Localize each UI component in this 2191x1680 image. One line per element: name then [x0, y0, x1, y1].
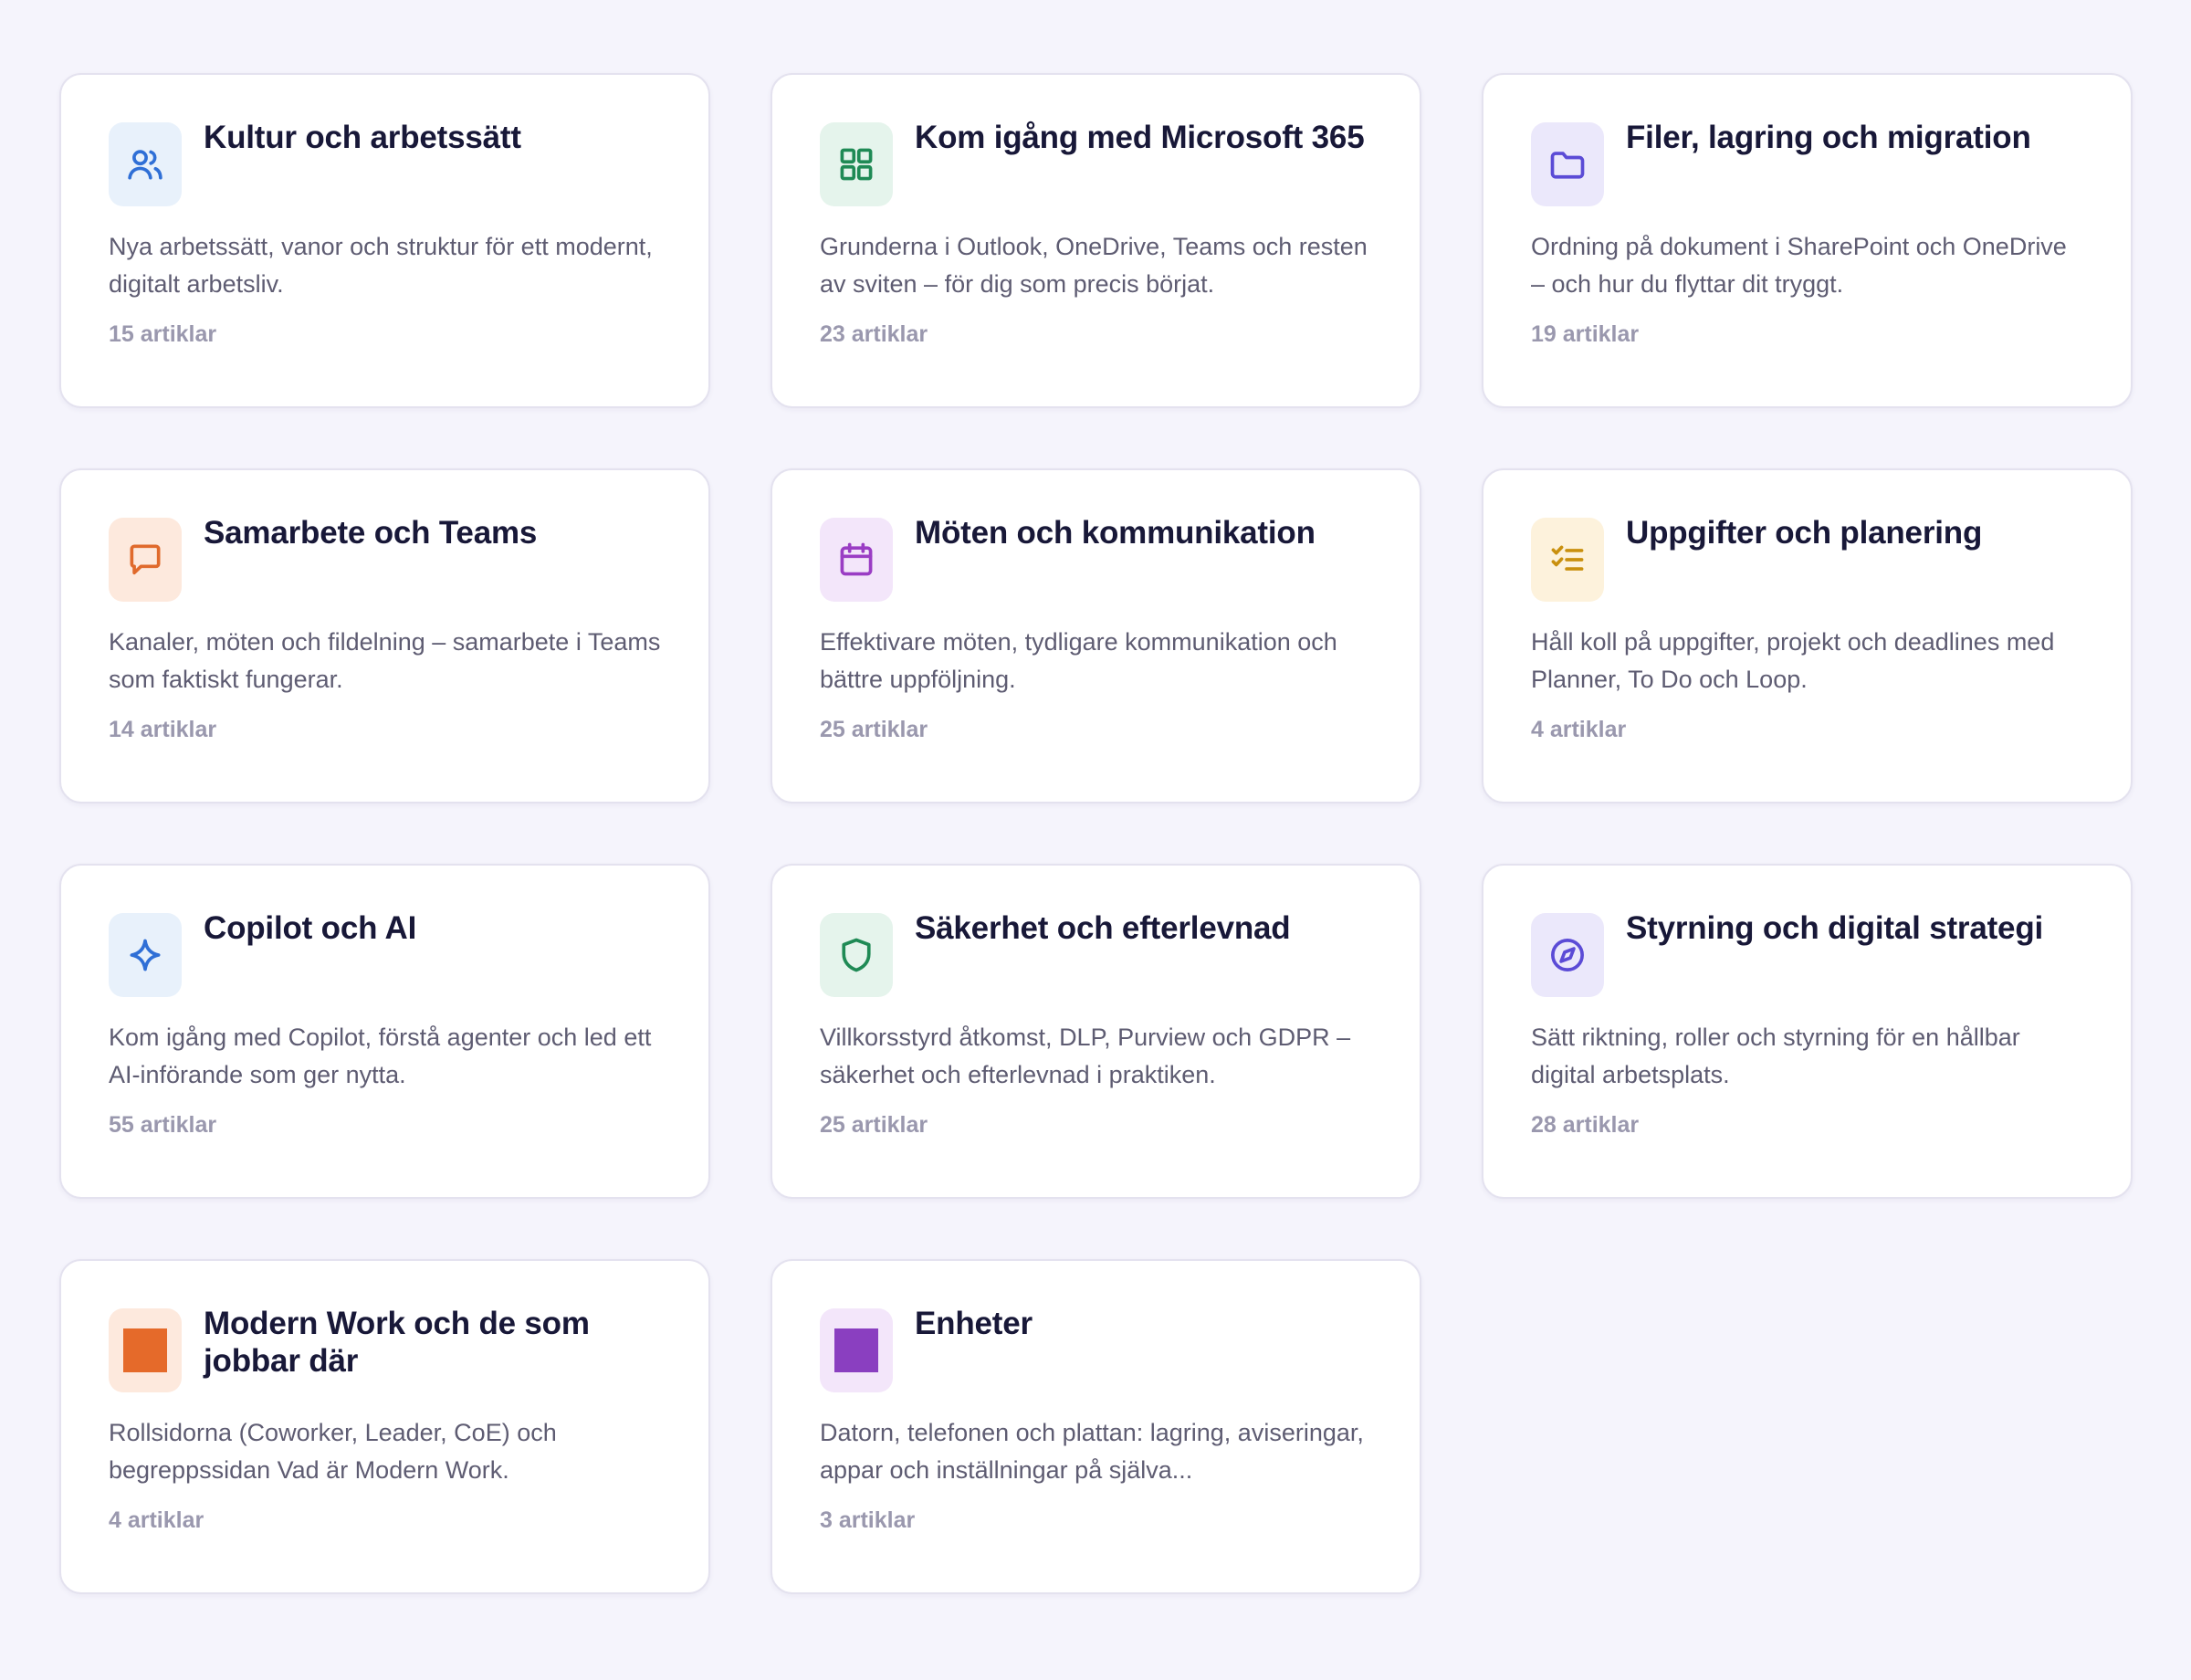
grid-icon — [840, 148, 873, 181]
category-card[interactable]: Kultur och arbetssätt Nya arbetssätt, va… — [59, 73, 710, 408]
category-card[interactable]: Säkerhet och efterlevnad Villkorsstyrd å… — [771, 864, 1421, 1199]
icon-tile — [820, 913, 893, 997]
category-grid: Kultur och arbetssätt Nya arbetssätt, va… — [59, 73, 2133, 1594]
category-card[interactable]: Uppgifter och planering Håll koll på upp… — [1482, 468, 2133, 803]
icon-tile — [109, 518, 182, 602]
icon-tile — [109, 1308, 182, 1392]
category-card[interactable]: Samarbete och Teams Kanaler, möten och f… — [59, 468, 710, 803]
article-count: 25 artiklar — [820, 717, 928, 742]
article-count: 14 artiklar — [109, 717, 217, 742]
icon-tile — [820, 518, 893, 602]
compass-icon — [1551, 939, 1584, 971]
card-description: Villkorsstyrd åtkomst, DLP, Purview och … — [820, 1024, 1351, 1088]
category-card[interactable]: Modern Work och de som jobbar där Rollsi… — [59, 1259, 710, 1594]
icon-tile — [1531, 913, 1604, 997]
chat-bubble-icon — [130, 544, 161, 575]
card-title: Säkerhet och efterlevnad — [915, 910, 1291, 946]
icon-tile — [820, 122, 893, 206]
card-title: Uppgifter och planering — [1626, 515, 1983, 551]
icon-tile — [1531, 518, 1604, 602]
card-description: Ordning på dokument i SharePoint och One… — [1531, 233, 2067, 298]
category-card[interactable]: Möten och kommunikation Effektivare möte… — [771, 468, 1421, 803]
card-description: Kanaler, möten och fildelning – samarbet… — [109, 628, 661, 693]
card-description: Sätt riktning, roller och styrning för e… — [1531, 1024, 2020, 1088]
card-title: Kom igång med Microsoft 365 — [915, 120, 1365, 155]
card-title: Kultur och arbetssätt — [204, 120, 521, 155]
sparkle-icon — [130, 939, 161, 971]
category-card[interactable]: Copilot och AI Kom igång med Copilot, fö… — [59, 864, 710, 1199]
card-description: Datorn, telefonen och plattan: lagring, … — [820, 1419, 1364, 1484]
card-description: Effektivare möten, tydligare kommunikati… — [820, 628, 1337, 693]
checklist-icon — [1551, 545, 1584, 571]
article-count: 19 artiklar — [1531, 321, 1640, 347]
icon-tile — [109, 913, 182, 997]
card-title: Samarbete och Teams — [204, 515, 538, 551]
icon-tile — [1531, 122, 1604, 206]
card-title: Möten och kommunikation — [915, 515, 1316, 551]
card-description: Grunderna i Outlook, OneDrive, Teams och… — [820, 233, 1368, 298]
card-title: Copilot och AI — [204, 910, 417, 946]
article-count: 15 artiklar — [109, 321, 217, 347]
category-card[interactable]: Filer, lagring och migration Ordning på … — [1482, 73, 2133, 408]
card-title: Enheter — [915, 1306, 1033, 1341]
users-icon — [128, 150, 162, 180]
article-count: 4 artiklar — [1531, 717, 1627, 742]
card-title: Styrning och digital strategi — [1626, 910, 2044, 946]
icon-tile — [820, 1308, 893, 1392]
card-title: Filer, lagring och migration — [1626, 120, 2031, 155]
card-title: Modern Work och de som jobbar där — [204, 1306, 590, 1379]
article-count: 4 artiklar — [109, 1507, 204, 1533]
orange-square-icon — [123, 1328, 167, 1372]
calendar-icon — [840, 542, 873, 576]
card-description: Håll koll på uppgifter, projekt och dead… — [1531, 628, 2055, 693]
category-card[interactable]: Kom igång med Microsoft 365 Grunderna i … — [771, 73, 1421, 408]
icon-tile — [109, 122, 182, 206]
article-count: 55 artiklar — [109, 1112, 217, 1138]
card-description: Rollsidorna (Coworker, Leader, CoE) och … — [109, 1419, 557, 1484]
article-count: 3 artiklar — [820, 1507, 916, 1533]
card-description: Nya arbetssätt, vanor och struktur för e… — [109, 233, 653, 298]
shield-icon — [842, 938, 871, 972]
card-description: Kom igång med Copilot, förstå agenter oc… — [109, 1024, 652, 1088]
article-count: 23 artiklar — [820, 321, 928, 347]
article-count: 28 artiklar — [1531, 1112, 1640, 1138]
purple-square-icon — [834, 1328, 878, 1372]
article-count: 25 artiklar — [820, 1112, 928, 1138]
folder-icon — [1550, 152, 1585, 179]
category-card[interactable]: Styrning och digital strategi Sätt riktn… — [1482, 864, 2133, 1199]
category-card[interactable]: Enheter Datorn, telefonen och plattan: l… — [771, 1259, 1421, 1594]
